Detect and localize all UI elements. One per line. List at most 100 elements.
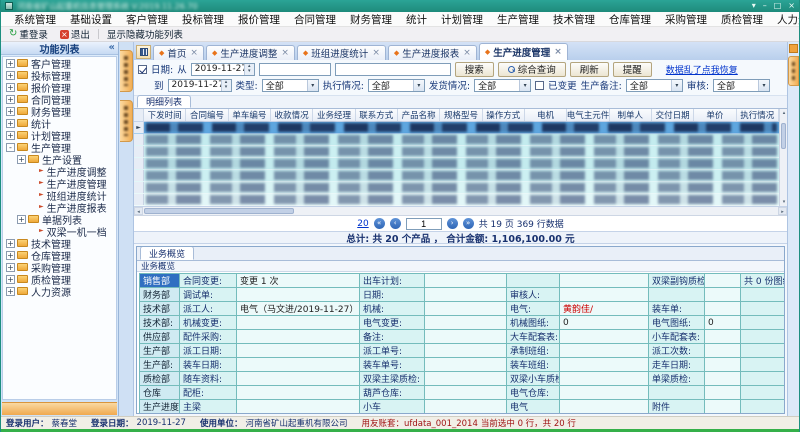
first-page-button[interactable]: « [374, 218, 385, 229]
detail-dept-cell[interactable]: 生产部: [140, 358, 180, 372]
table-row[interactable] [134, 182, 779, 194]
date-spinner-icon[interactable]: ▴▾ [244, 64, 254, 75]
next-page-button[interactable]: › [447, 218, 458, 229]
detail-list-tab[interactable]: 明细列表 [137, 95, 191, 108]
detail-dept-cell[interactable]: 技术部: [140, 316, 180, 330]
detail-dept-cell[interactable]: 质检部 [140, 372, 180, 386]
scroll-left-icon[interactable]: ◂ [134, 207, 143, 215]
table-row[interactable] [134, 194, 779, 206]
column-header[interactable]: 执行情况 [737, 109, 779, 121]
table-row[interactable] [134, 170, 779, 182]
menu-item[interactable]: 客户管理 [119, 12, 175, 27]
menu-item[interactable]: 人力资源 [770, 12, 800, 27]
menu-item[interactable]: 财务管理 [343, 12, 399, 27]
filter-input-1[interactable] [259, 63, 331, 76]
column-header[interactable]: 规格型号 [440, 109, 482, 121]
changed-checkbox[interactable] [535, 81, 544, 90]
detail-dept-cell[interactable]: 生产部 [140, 344, 180, 358]
scroll-right-icon[interactable]: ▸ [778, 207, 787, 215]
sidebar-collapse-icon[interactable]: « [109, 42, 115, 53]
tree-item[interactable]: +人力资源 [3, 285, 116, 297]
detail-dept-cell[interactable]: 销售部 [140, 274, 180, 288]
column-header[interactable]: 电气主元件 [567, 109, 609, 121]
table-row[interactable]: ► [134, 122, 779, 134]
tree-expander-icon[interactable]: + [6, 119, 15, 128]
search-button[interactable]: 搜索 [455, 62, 494, 77]
tree-expander-icon[interactable]: + [6, 71, 15, 80]
vertical-tab-2[interactable] [120, 100, 133, 142]
audit-select[interactable]: 全部▾ [713, 79, 770, 92]
vertical-scrollbar[interactable]: ▴ ▾ [779, 109, 787, 206]
detail-dept-cell[interactable]: 供应部 [140, 330, 180, 344]
toggle-function-list-button[interactable]: 显示隐藏功能列表 [103, 28, 187, 41]
menu-item[interactable]: 投标管理 [175, 12, 231, 27]
refresh-button[interactable]: 刷新 [570, 62, 609, 77]
document-tab[interactable]: ◆生产进度报表× [388, 45, 477, 60]
data-reset-link[interactable]: 数据乱了点我恢复 [666, 63, 738, 76]
date-from-field[interactable]: 2019-11-27 ▴▾ [191, 63, 255, 76]
close-icon[interactable]: × [788, 1, 795, 11]
type-select[interactable]: 全部▾ [262, 79, 319, 92]
relogin-button[interactable]: ↻ 重登录 [5, 28, 52, 41]
tree-item[interactable]: +财务管理 [3, 105, 116, 117]
tab-close-icon[interactable]: × [372, 48, 380, 58]
tab-list-button[interactable] [136, 45, 151, 59]
filter-input-2[interactable] [335, 63, 451, 76]
column-header[interactable]: 操作方式 [483, 109, 525, 121]
tree-expander-icon[interactable]: + [17, 215, 26, 224]
production-note-select[interactable]: 全部▾ [626, 79, 683, 92]
scroll-down-icon[interactable]: ▾ [780, 198, 788, 206]
menu-item[interactable]: 仓库管理 [602, 12, 658, 27]
minimize-icon[interactable]: – [763, 1, 767, 11]
detail-dept-cell[interactable]: 生产进度 [140, 400, 180, 414]
last-page-button[interactable]: » [463, 218, 474, 229]
table-row[interactable] [134, 134, 779, 146]
tree-expander-icon[interactable]: + [6, 275, 15, 284]
menu-item[interactable]: 采购管理 [658, 12, 714, 27]
scrollbar-thumb[interactable] [781, 123, 786, 149]
date-to-field[interactable]: 2019-11-27 ▴▾ [168, 79, 232, 92]
exec-status-select[interactable]: 全部▾ [368, 79, 425, 92]
tree-expander-icon[interactable]: + [6, 239, 15, 248]
column-header[interactable]: 单价 [694, 109, 736, 121]
tree-expander-icon[interactable]: + [6, 263, 15, 272]
scrollbar-thumb[interactable] [144, 208, 294, 214]
tree-expander-icon[interactable]: - [6, 143, 15, 152]
business-overview-tab[interactable]: 业务概览 [140, 246, 194, 260]
page-size-link[interactable]: 20 [357, 219, 368, 229]
column-header[interactable]: 单车编号 [229, 109, 271, 121]
tree-expander-icon[interactable]: + [6, 59, 15, 68]
column-header[interactable]: 产品名称 [398, 109, 440, 121]
scroll-up-icon[interactable]: ▴ [780, 109, 788, 117]
detail-dept-cell[interactable]: 技术部 [140, 302, 180, 316]
document-tab[interactable]: ◆生产进度管理× [479, 43, 568, 60]
detail-dept-cell[interactable]: 财务部 [140, 288, 180, 302]
ship-status-select[interactable]: 全部▾ [474, 79, 531, 92]
exit-button[interactable]: × 退出 [56, 28, 94, 41]
column-header[interactable]: 业务经理 [313, 109, 355, 121]
menu-item[interactable]: 报价管理 [231, 12, 287, 27]
tree-expander-icon[interactable]: + [6, 287, 15, 296]
tree-expander-icon[interactable]: + [6, 107, 15, 116]
document-tab[interactable]: ◆生产进度调整× [206, 45, 295, 60]
menu-item[interactable]: 合同管理 [287, 12, 343, 27]
column-header[interactable]: 制单人 [610, 109, 652, 121]
menu-item[interactable]: 技术管理 [546, 12, 602, 27]
document-tab[interactable]: ◆班组进度统计× [297, 45, 386, 60]
menu-item[interactable]: 统计 [399, 12, 434, 27]
tree-expander-icon[interactable]: + [6, 95, 15, 104]
tab-close-icon[interactable]: × [190, 48, 198, 58]
vertical-tab-1[interactable] [120, 50, 133, 92]
panel-icon[interactable] [789, 44, 798, 53]
column-header[interactable]: 下发时间 [144, 109, 186, 121]
page-input[interactable] [406, 218, 442, 230]
right-vertical-tab[interactable] [788, 56, 799, 86]
menu-item[interactable]: 质检管理 [714, 12, 770, 27]
prev-page-button[interactable]: ‹ [390, 218, 401, 229]
advanced-query-button[interactable]: 综合查询 [498, 62, 566, 77]
table-row[interactable] [134, 146, 779, 158]
date-spinner-icon[interactable]: ▴▾ [221, 80, 231, 91]
tree-expander-icon[interactable]: + [17, 155, 26, 164]
tree-expander-icon[interactable]: + [6, 131, 15, 140]
column-header[interactable]: 合同编号 [186, 109, 228, 121]
